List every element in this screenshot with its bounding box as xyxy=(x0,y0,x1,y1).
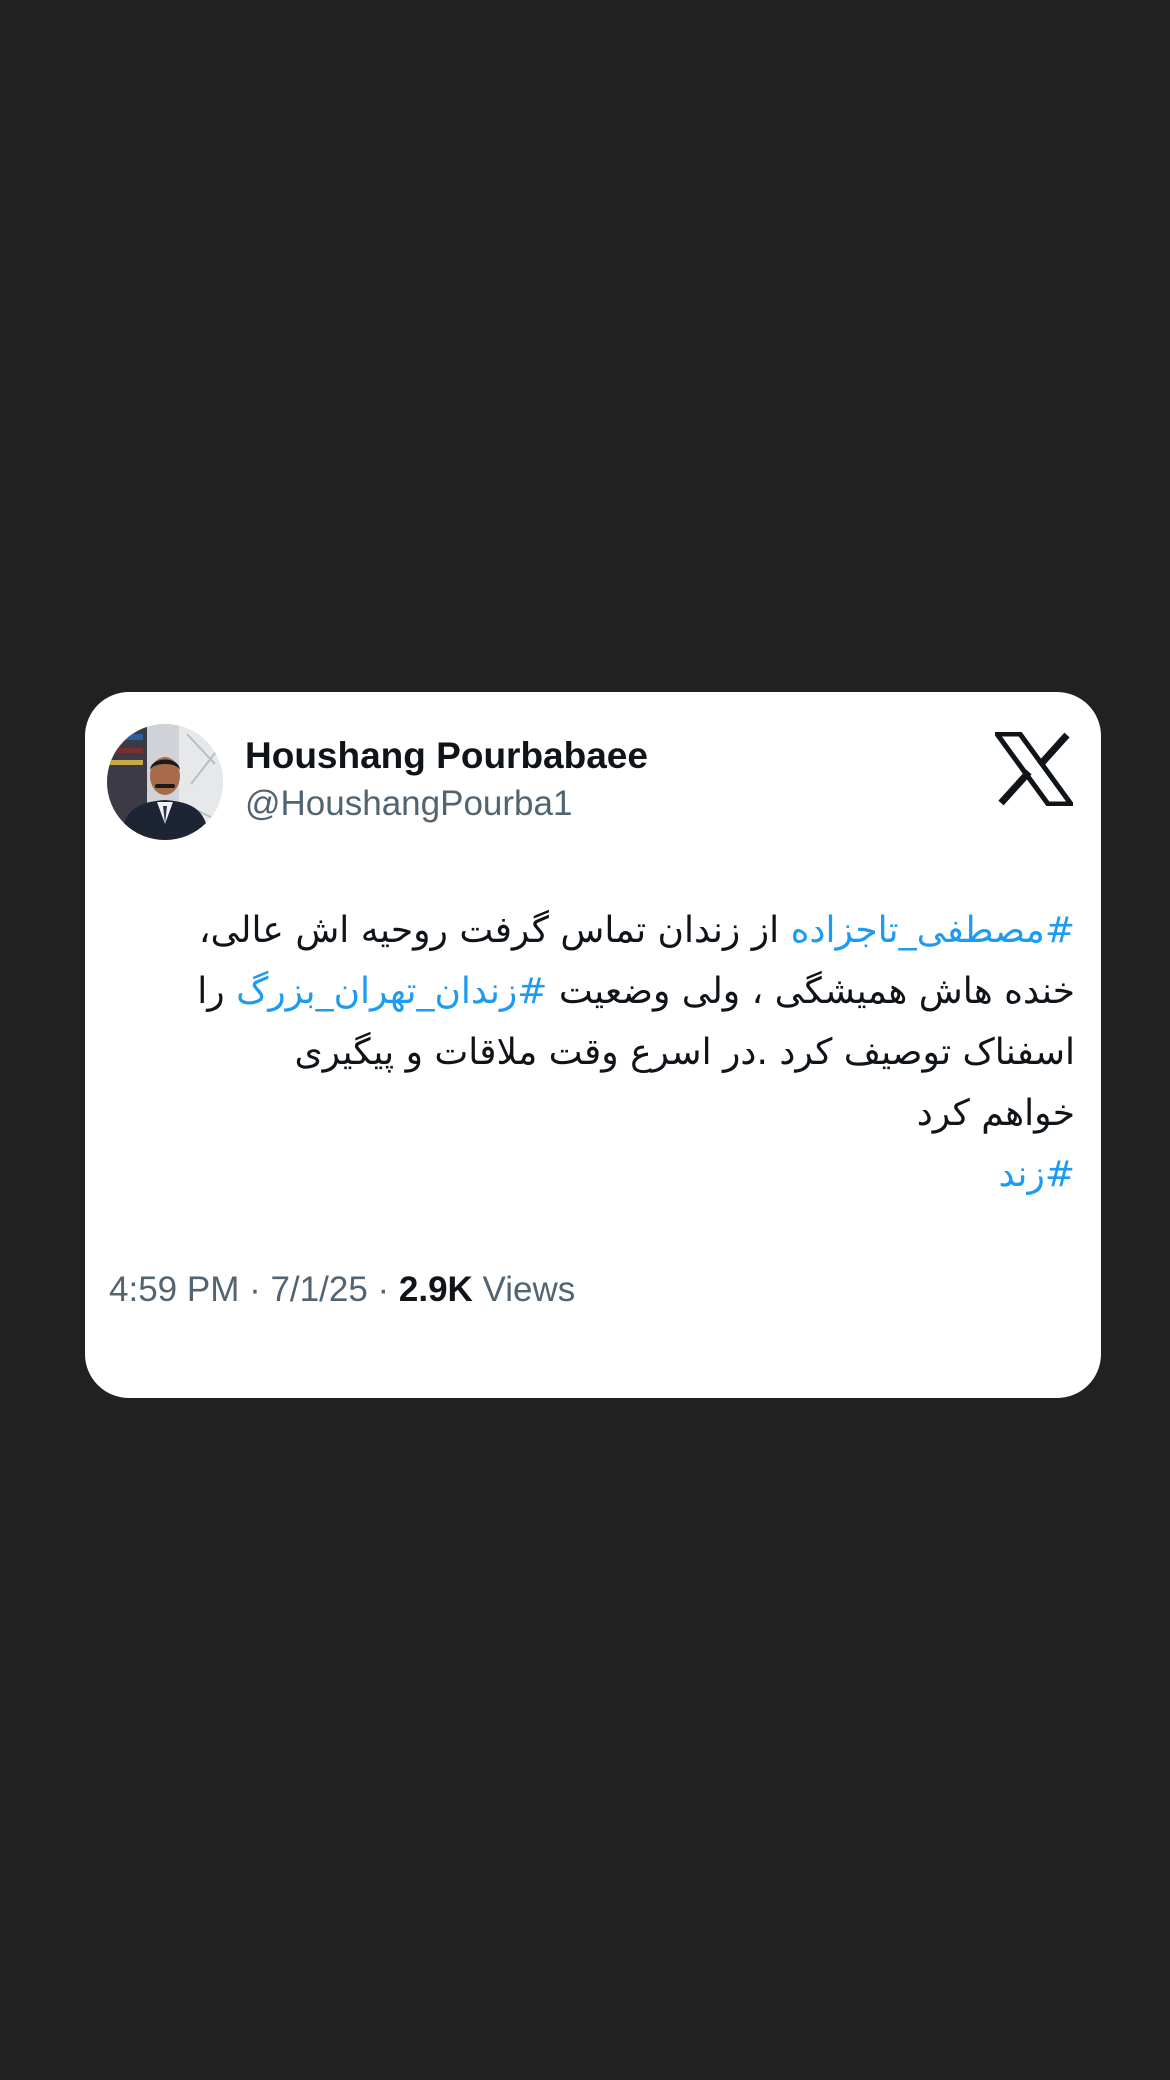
hashtag-link[interactable]: #زندان_تهران_بزرگ xyxy=(236,971,547,1012)
tweet-date[interactable]: 7/1/25 xyxy=(270,1270,367,1309)
avatar-image xyxy=(107,724,223,840)
author-display-name[interactable]: Houshang Pourbabaee xyxy=(245,734,648,778)
hashtag-link[interactable]: #مصطفی_تاجزاده xyxy=(791,910,1075,951)
views-label: Views xyxy=(472,1270,576,1309)
tweet-line-4: خواهم کرد xyxy=(916,1093,1075,1134)
tweet-text-segment: را xyxy=(197,971,237,1012)
tweet-meta: 4:59 PM · 7/1/25 · 2.9K Views xyxy=(109,1270,575,1310)
tweet-line-5: #زند xyxy=(107,1144,1075,1205)
tweet-text: #مصطفی_تاجزاده از زندان تماس گرفت روحیه … xyxy=(107,900,1075,1205)
tweet-text-segment: خنده هاش همیشگی ، ولی وضعیت xyxy=(547,971,1075,1012)
meta-separator: · xyxy=(367,1270,399,1309)
meta-separator: · xyxy=(239,1270,271,1309)
author-handle[interactable]: @HoushangPourba1 xyxy=(245,782,648,826)
avatar[interactable] xyxy=(107,724,223,840)
hashtag-link[interactable]: #زند xyxy=(999,1154,1075,1195)
tweet-text-segment: از زندان تماس گرفت روحیه اش عالی، xyxy=(198,910,791,951)
tweet-time[interactable]: 4:59 PM xyxy=(109,1270,239,1309)
tweet-line-2: خنده هاش همیشگی ، ولی وضعیت #زندان_تهران… xyxy=(107,961,1075,1022)
views-count[interactable]: 2.9K xyxy=(399,1270,473,1309)
author-names: Houshang Pourbabaee @HoushangPourba1 xyxy=(245,734,648,826)
tweet-line-1: #مصطفی_تاجزاده از زندان تماس گرفت روحیه … xyxy=(107,900,1075,961)
tweet-card[interactable]: Houshang Pourbabaee @HoushangPourba1 #مص… xyxy=(85,692,1101,1398)
x-logo-icon xyxy=(992,731,1076,807)
tweet-line-3: اسفناک توصیف کرد .در اسرع وقت ملاقات و پ… xyxy=(294,1032,1075,1073)
